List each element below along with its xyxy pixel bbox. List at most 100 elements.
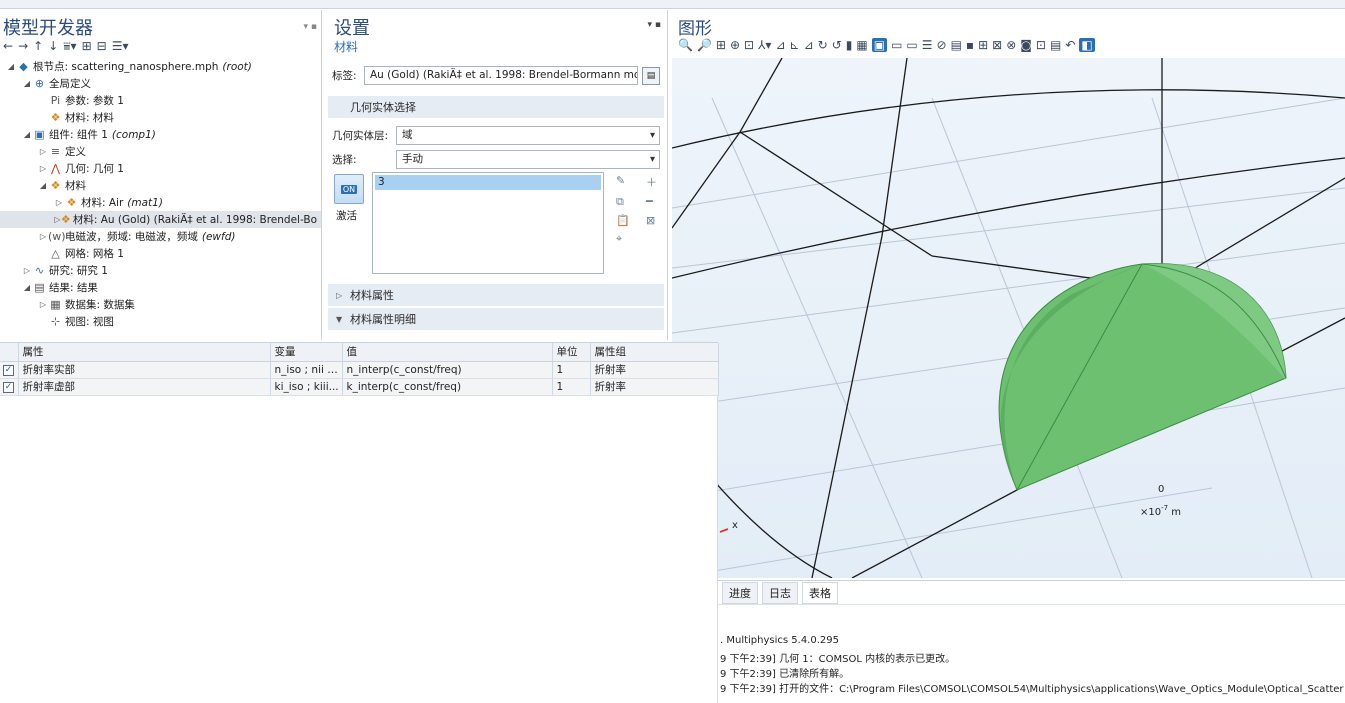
tree-node[interactable]: ▷ ≡ 定义 bbox=[0, 143, 321, 160]
tree-caret-icon[interactable]: ▷ bbox=[38, 300, 48, 309]
selection-select[interactable]: 手动 bbox=[396, 150, 660, 169]
forward-arrow-icon[interactable]: → bbox=[18, 39, 28, 53]
expand-all-icon[interactable]: ⊞ bbox=[82, 39, 92, 53]
paste-selection-icon[interactable]: ✎ bbox=[616, 174, 634, 190]
select-domains-icon[interactable]: ▣ bbox=[871, 38, 888, 52]
tree-node[interactable]: ▷ ⋀ 几何: 几何 1 bbox=[0, 160, 321, 177]
column-header-unit[interactable]: 单位 bbox=[552, 343, 591, 362]
zoom-box-icon[interactable]: ⊞ bbox=[716, 38, 726, 52]
paste-icon[interactable]: 📋 bbox=[616, 214, 634, 227]
tree-caret-icon[interactable]: ▷ bbox=[38, 147, 48, 156]
clear-selection-icon[interactable]: ⊠ bbox=[646, 214, 664, 227]
back-arrow-icon[interactable]: ← bbox=[3, 39, 13, 53]
checkbox-icon[interactable]: ✓ bbox=[3, 365, 14, 376]
graphics-viewport[interactable]: 0 ×10-7 m x bbox=[672, 58, 1345, 578]
tree-node[interactable]: ◢ ▤ 结果: 结果 bbox=[0, 279, 321, 296]
tree-caret-icon[interactable]: ◢ bbox=[6, 62, 16, 71]
undo-view-icon[interactable]: ↶ bbox=[1065, 38, 1075, 52]
table-cell-value[interactable]: n_interp(c_const/freq) bbox=[342, 361, 553, 379]
clear-selection-icon[interactable]: ⊘ bbox=[937, 38, 947, 52]
tree-caret-icon[interactable]: ◢ bbox=[22, 130, 32, 139]
column-header-property[interactable]: 属性 bbox=[18, 343, 271, 362]
tree-caret-icon[interactable]: ◢ bbox=[22, 283, 32, 292]
tree-node[interactable]: ◢ ❖ 材料 bbox=[0, 177, 321, 194]
select-objects-icon[interactable]: ▦ bbox=[856, 38, 867, 52]
tree-node[interactable]: ⊹ 视图: 视图 bbox=[0, 313, 321, 330]
list-item[interactable]: 3 bbox=[375, 175, 601, 190]
view-axes-icon[interactable]: ⅄▾ bbox=[758, 38, 771, 52]
selection-listbox[interactable]: 3 bbox=[372, 172, 604, 274]
activate-toggle-button[interactable]: ON bbox=[334, 174, 364, 204]
filter-icon[interactable]: ⩸▾ bbox=[63, 39, 76, 53]
checkbox-icon[interactable]: ✓ bbox=[3, 382, 14, 393]
tree-node[interactable]: ▷ ❖ 材料: Au (Gold) (RakiÄ‡ et al. 1998: Bre… bbox=[0, 211, 321, 228]
tree-caret-icon[interactable]: ▷ bbox=[54, 198, 64, 207]
tab-table[interactable]: 表格 bbox=[802, 581, 838, 604]
tab-log[interactable]: 日志 bbox=[762, 581, 798, 604]
wireframe-icon[interactable]: ⊡ bbox=[1036, 38, 1046, 52]
table-row[interactable]: ✓ 折射率实部 n_iso ; nii =... n_interp(c_const/f… bbox=[0, 361, 719, 379]
move-up-icon[interactable]: ↑ bbox=[33, 39, 43, 53]
select-points-icon[interactable]: ☰ bbox=[922, 38, 933, 52]
geometric-entity-selection-section[interactable]: 几何实体选择 bbox=[328, 96, 664, 118]
tree-node[interactable]: ▷ ▦ 数据集: 数据集 bbox=[0, 296, 321, 313]
tree-caret-icon[interactable]: ▷ bbox=[38, 232, 48, 241]
tree-node[interactable]: ❖ 材料: 材料 bbox=[0, 109, 321, 126]
table-row[interactable]: ✓ 折射率虚部 ki_iso ; kiii... k_interp(c_const/f… bbox=[0, 378, 719, 396]
zoom-extents-icon[interactable]: ⊡ bbox=[744, 38, 754, 52]
tree-caret-icon[interactable]: ▷ bbox=[38, 164, 48, 173]
tree-node[interactable]: Pi 参数: 参数 1 bbox=[0, 92, 321, 109]
tree-caret-icon[interactable]: ▷ bbox=[54, 215, 61, 224]
transparency-icon[interactable]: ⊠ bbox=[992, 38, 1002, 52]
add-icon[interactable]: ＋ bbox=[646, 174, 664, 190]
screenshot-icon[interactable]: ▤ bbox=[951, 38, 962, 52]
tree-node[interactable]: ◢ ⊕ 全局定义 bbox=[0, 75, 321, 92]
scene-light-icon[interactable]: ◧ bbox=[1079, 38, 1095, 52]
panel-pin-icon[interactable]: ▾ ▪ bbox=[304, 22, 317, 32]
zoom-in-icon[interactable]: 🔍 bbox=[678, 38, 693, 52]
select-edges-icon[interactable]: ▭ bbox=[906, 38, 917, 52]
render-icon[interactable]: ▤ bbox=[1050, 38, 1061, 52]
zoom-selected-icon[interactable]: ⊕ bbox=[730, 38, 740, 52]
zoom-out-icon[interactable]: 🔎 bbox=[697, 38, 712, 52]
label-input[interactable]: Au (Gold) (RakiÄ‡ et al. 1998: Brendel-B… bbox=[364, 66, 638, 85]
rotate-icon[interactable]: ↻ bbox=[818, 38, 828, 52]
grid-icon[interactable]: ⊞ bbox=[978, 38, 988, 52]
column-header-value[interactable]: 值 bbox=[342, 343, 553, 362]
material-properties-section[interactable]: ▷ 材料属性 bbox=[328, 284, 664, 306]
column-header-group[interactable]: 属性组 bbox=[590, 343, 719, 362]
view-xy-icon[interactable]: ⊿ bbox=[775, 38, 785, 52]
column-header-variable[interactable]: 变量 bbox=[270, 343, 343, 362]
material-properties-detail-section[interactable]: ▼ 材料属性明细 bbox=[328, 308, 664, 330]
move-down-icon[interactable]: ↓ bbox=[48, 39, 58, 53]
tree-caret-icon[interactable]: ◢ bbox=[22, 79, 32, 88]
tree-node[interactable]: ▷ (w) 电磁波，频域: 电磁波，频域 (ewfd) bbox=[0, 228, 321, 245]
camera-icon[interactable]: ▪ bbox=[966, 38, 974, 52]
view-zx-icon[interactable]: ⊿ bbox=[804, 38, 814, 52]
tree-node[interactable]: △ 网格: 网格 1 bbox=[0, 245, 321, 262]
tree-caret-icon[interactable]: ◢ bbox=[38, 181, 48, 190]
select-boundaries-icon[interactable]: ▭ bbox=[891, 38, 902, 52]
panel-menu-icon[interactable]: ▾ ▪ bbox=[648, 20, 661, 30]
table-cell-value[interactable]: k_interp(c_const/freq) bbox=[342, 378, 553, 396]
tab-progress[interactable]: 进度 bbox=[722, 581, 758, 604]
collapse-all-icon[interactable]: ⊟ bbox=[97, 39, 107, 53]
hemisphere-shape[interactable] bbox=[998, 263, 1287, 491]
tree-node[interactable]: ▷ ❖ 材料: Air (mat1) bbox=[0, 194, 321, 211]
zoom-selection-icon[interactable]: ⌖ bbox=[616, 232, 634, 246]
remove-icon[interactable]: ━ bbox=[646, 195, 664, 209]
geom-level-select[interactable]: 域 bbox=[396, 126, 660, 145]
tree-node[interactable]: ◢ ▣ 组件: 组件 1 (comp1) bbox=[0, 126, 321, 143]
reset-view-icon[interactable]: ↺ bbox=[832, 38, 842, 52]
geometry-canvas[interactable]: 0 ×10-7 m x bbox=[672, 58, 1345, 578]
tree-node[interactable]: ◢ ◆ 根节点: scattering_nanosphere.mph (root) bbox=[0, 58, 321, 75]
record-icon[interactable]: ▮ bbox=[846, 38, 853, 52]
show-icon[interactable]: ◙ bbox=[1020, 38, 1032, 52]
copy-selection-icon[interactable]: ⧉ bbox=[616, 195, 634, 209]
rename-icon[interactable]: ▤ bbox=[642, 66, 660, 85]
tree-options-icon[interactable]: ☰▾ bbox=[112, 39, 129, 53]
tree-node[interactable]: ▷ ∿ 研究: 研究 1 bbox=[0, 262, 321, 279]
hide-icon[interactable]: ⊗ bbox=[1006, 38, 1016, 52]
tree-caret-icon[interactable]: ▷ bbox=[22, 266, 32, 275]
view-yz-icon[interactable]: ⊾ bbox=[790, 38, 800, 52]
